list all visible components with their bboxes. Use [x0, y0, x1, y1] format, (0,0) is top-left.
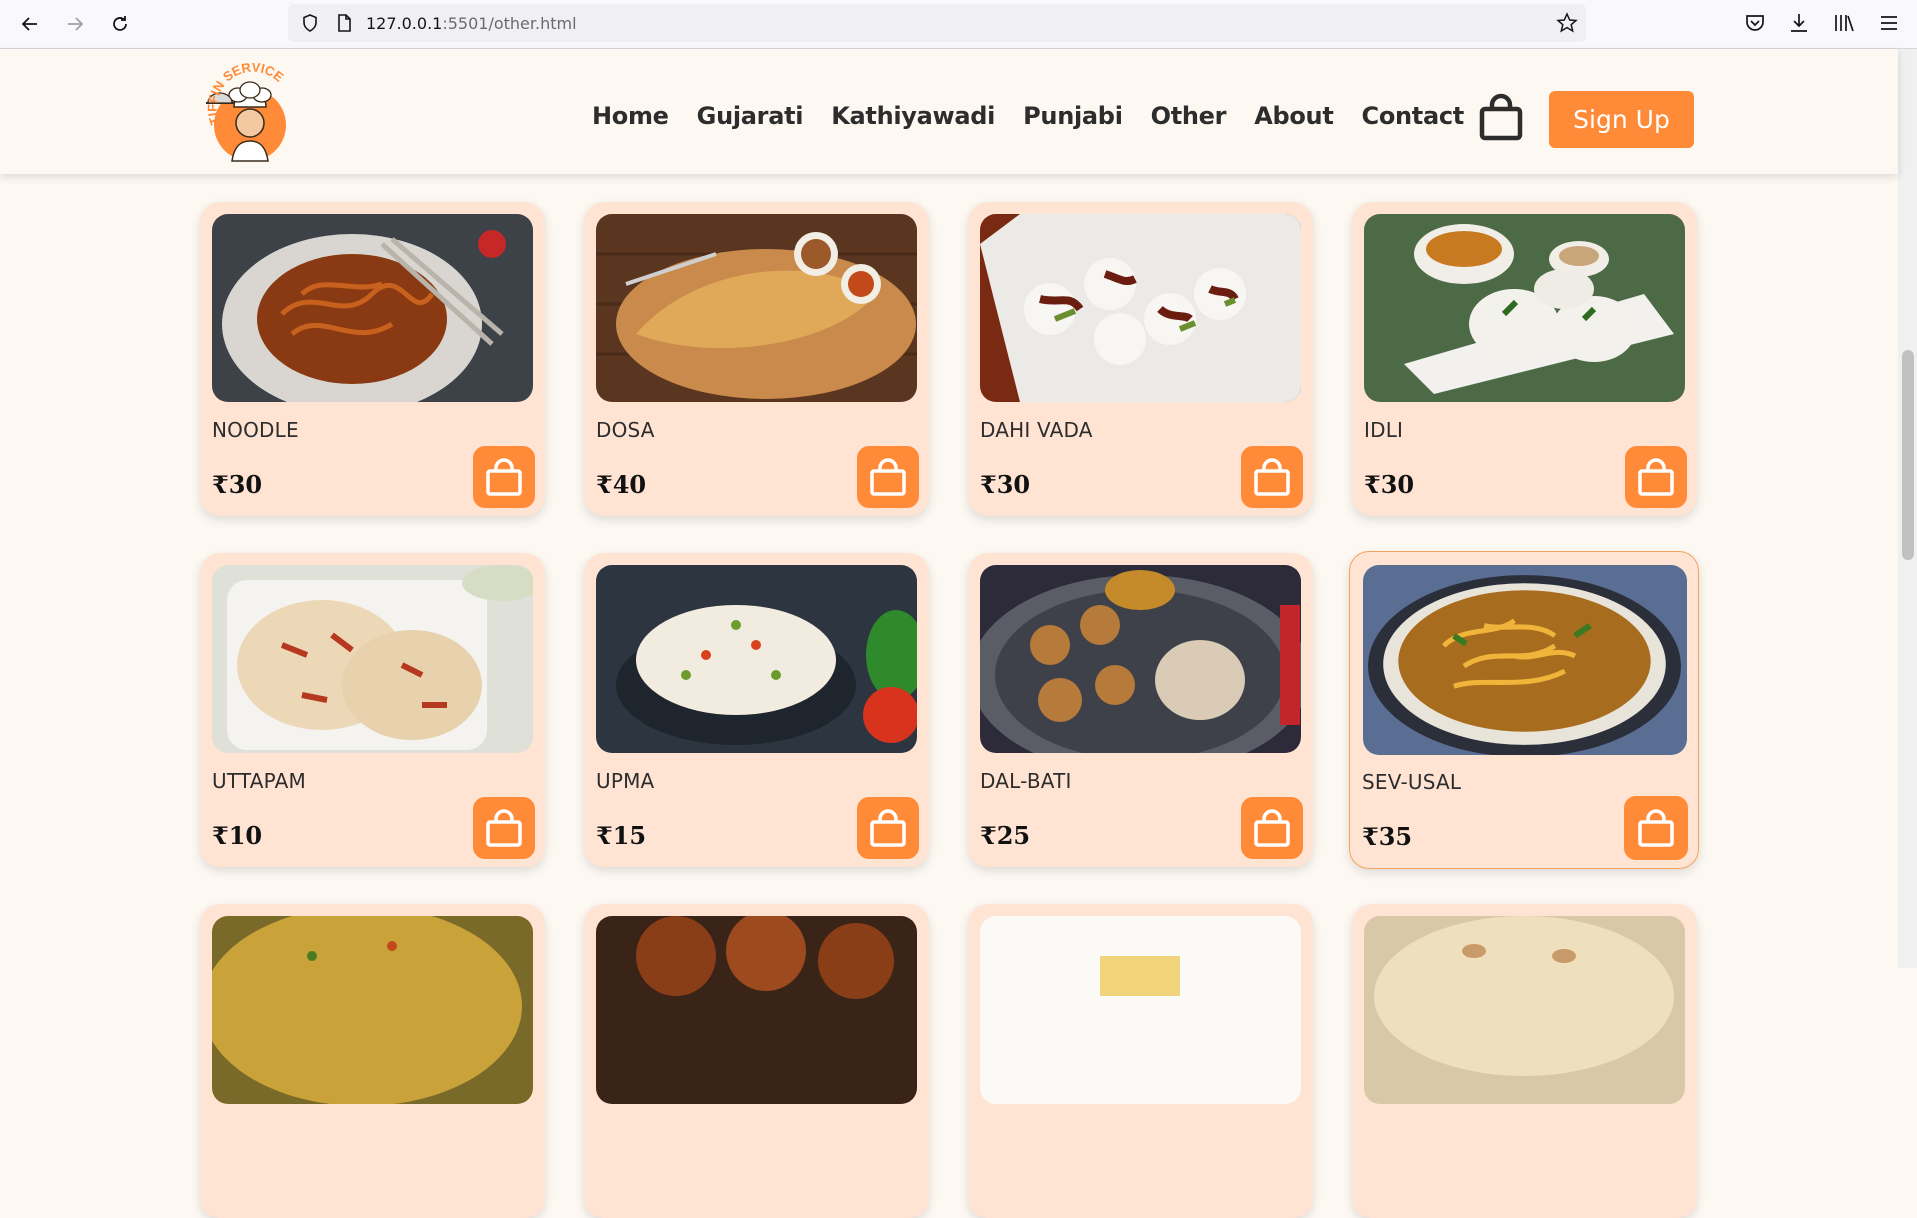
site-header: TIFFIN SERVICE Home Gujarati Kathiyawadi… — [0, 49, 1898, 174]
sign-up-button[interactable]: Sign Up — [1549, 91, 1694, 148]
scrollbar-thumb[interactable] — [1902, 350, 1914, 560]
item-price: ₹40 — [596, 470, 647, 499]
url-text: 127.0.0.1:5501/other.html — [366, 14, 577, 33]
food-card-upma: UPMA ₹15 — [584, 553, 929, 867]
library-icon[interactable] — [1832, 11, 1856, 35]
shopping-bag-icon — [486, 809, 522, 847]
food-image — [1364, 916, 1685, 1104]
item-price: ₹25 — [980, 821, 1031, 850]
uttapam-image — [212, 565, 533, 753]
add-to-cart-button[interactable] — [1241, 446, 1303, 508]
shopping-bag-icon — [1254, 809, 1290, 847]
noodle-image — [212, 214, 533, 402]
dosa-image — [596, 214, 917, 402]
food-card-dal-bati: DAL-BATI ₹25 — [968, 553, 1313, 867]
pocket-icon[interactable] — [1743, 11, 1767, 35]
downloads-icon[interactable] — [1787, 11, 1811, 35]
food-image — [596, 916, 917, 1104]
food-card-partial-4 — [1352, 904, 1697, 1218]
nav-home[interactable]: Home — [592, 102, 669, 130]
add-to-cart-button[interactable] — [1624, 796, 1688, 860]
food-card-noodle: NOODLE ₹30 — [200, 202, 545, 516]
food-image — [212, 916, 533, 1104]
dal-bati-image — [980, 565, 1301, 753]
shopping-bag-icon — [1638, 458, 1674, 496]
add-to-cart-button[interactable] — [473, 797, 535, 859]
food-card-dosa: DOSA ₹40 — [584, 202, 929, 516]
item-name: UTTAPAM — [212, 769, 306, 793]
add-to-cart-button[interactable] — [857, 797, 919, 859]
nav-kathiyawadi[interactable]: Kathiyawadi — [831, 102, 995, 130]
nav-contact[interactable]: Contact — [1362, 102, 1465, 130]
item-price: ₹30 — [1364, 470, 1415, 499]
forward-icon[interactable] — [60, 9, 90, 39]
address-bar[interactable]: 127.0.0.1:5501/other.html — [288, 4, 1586, 42]
nav-other[interactable]: Other — [1151, 102, 1227, 130]
item-price: ₹35 — [1362, 822, 1413, 851]
tiffin-service-logo[interactable]: TIFFIN SERVICE — [198, 63, 302, 167]
item-name: NOODLE — [212, 418, 299, 442]
menu-hamburger-icon[interactable] — [1877, 11, 1901, 35]
upma-image — [596, 565, 917, 753]
shopping-bag-icon — [1638, 809, 1674, 847]
item-name: DAHI VADA — [980, 418, 1093, 442]
browser-toolbar: 127.0.0.1:5501/other.html — [0, 0, 1917, 49]
shield-icon[interactable] — [300, 13, 320, 33]
item-price: ₹10 — [212, 821, 263, 850]
reload-icon[interactable] — [105, 9, 135, 39]
item-price: ₹15 — [596, 821, 647, 850]
shopping-bag-icon[interactable] — [1478, 93, 1524, 141]
nav-gujarati[interactable]: Gujarati — [697, 102, 804, 130]
food-card-uttapam: UTTAPAM ₹10 — [200, 553, 545, 867]
food-card-partial-2 — [584, 904, 929, 1218]
sev-usal-image — [1363, 565, 1687, 755]
add-to-cart-button[interactable] — [1625, 446, 1687, 508]
item-name: SEV-USAL — [1362, 770, 1462, 794]
item-price: ₹30 — [980, 470, 1031, 499]
food-card-sev-usal: SEV-USAL ₹35 — [1349, 551, 1699, 869]
food-card-partial-3 — [968, 904, 1313, 1218]
main-nav: Home Gujarati Kathiyawadi Punjabi Other … — [592, 102, 1492, 130]
item-price: ₹30 — [212, 470, 263, 499]
shopping-bag-icon — [870, 458, 906, 496]
add-to-cart-button[interactable] — [1241, 797, 1303, 859]
item-name: DOSA — [596, 418, 655, 442]
item-name: DAL-BATI — [980, 769, 1072, 793]
nav-about[interactable]: About — [1254, 102, 1334, 130]
page-info-icon[interactable] — [334, 13, 354, 33]
item-name: UPMA — [596, 769, 655, 793]
dahi-vada-image — [980, 214, 1301, 402]
back-icon[interactable] — [15, 9, 45, 39]
add-to-cart-button[interactable] — [473, 446, 535, 508]
shopping-bag-icon — [870, 809, 906, 847]
add-to-cart-button[interactable] — [857, 446, 919, 508]
bookmark-star-icon[interactable] — [1556, 12, 1578, 34]
food-image — [980, 916, 1301, 1104]
item-name: IDLI — [1364, 418, 1404, 442]
shopping-bag-icon — [486, 458, 522, 496]
food-card-dahi-vada: DAHI VADA ₹30 — [968, 202, 1313, 516]
food-card-idli: IDLI ₹30 — [1352, 202, 1697, 516]
idli-image — [1364, 214, 1685, 402]
shopping-bag-icon — [1254, 458, 1290, 496]
food-card-partial-1 — [200, 904, 545, 1218]
nav-punjabi[interactable]: Punjabi — [1023, 102, 1123, 130]
